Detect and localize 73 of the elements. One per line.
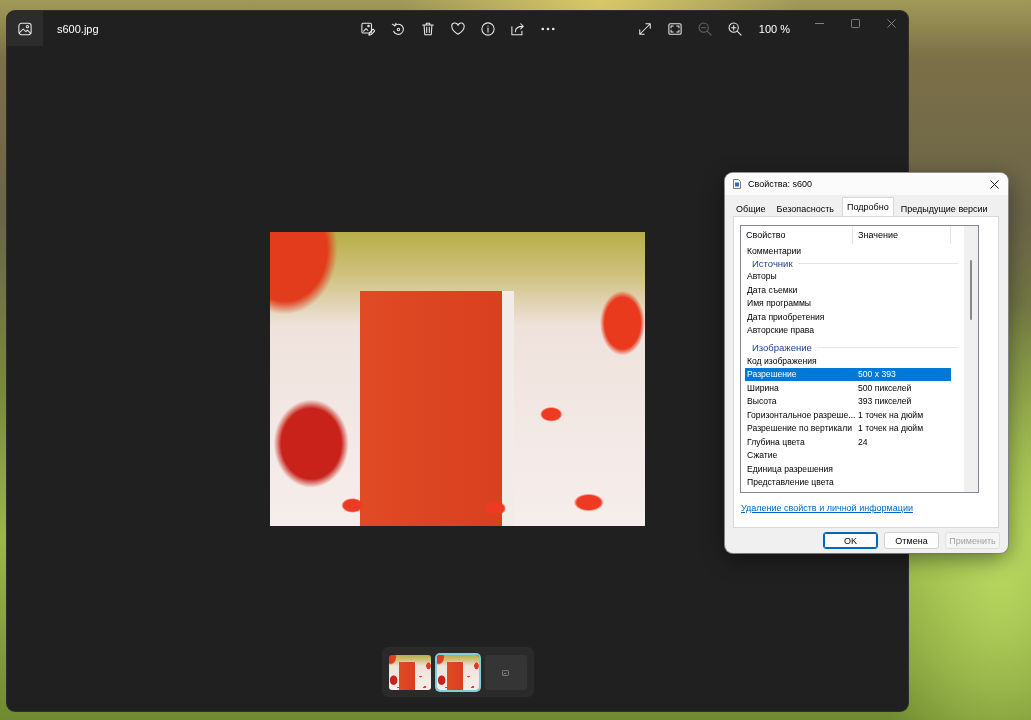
property-row[interactable]: Глубина цвета 24	[745, 435, 951, 449]
property-value: 393 пикселей	[858, 395, 912, 408]
close-icon	[886, 18, 896, 28]
image-icon	[502, 669, 509, 676]
property-name: Высота	[746, 395, 778, 408]
property-row[interactable]: Высота 393 пикселей	[745, 394, 951, 408]
property-name: Разрешение	[746, 368, 798, 381]
property-name: Глубина цвета	[746, 435, 806, 448]
maximize-icon	[850, 18, 860, 28]
scrollbar-thumb[interactable]	[970, 260, 972, 320]
property-value: 1 точек на дюйм	[858, 422, 924, 435]
image-edit-icon	[360, 21, 375, 36]
property-row[interactable]: Горизонтальное разреше... 1 точек на дюйм	[745, 408, 951, 422]
property-row[interactable]: Ширина 500 пикселей	[745, 381, 951, 395]
frame-icon	[667, 21, 682, 36]
more-icon	[540, 26, 555, 31]
close-icon	[989, 179, 999, 189]
property-name: Комментарии	[746, 244, 803, 257]
zoom-in-icon	[727, 21, 742, 36]
zoom-level: 100 %	[758, 22, 790, 35]
property-name: Код изображения	[746, 354, 818, 367]
group-heading: Источник	[752, 257, 793, 269]
property-value: 500 пикселей	[858, 381, 912, 394]
property-name: Дата съемки	[746, 283, 799, 296]
dialog-title: Свойства: s600	[748, 179, 813, 189]
tab[interactable]: Предыдущие версии	[895, 200, 993, 216]
property-value: 500 x 393	[858, 368, 896, 381]
property-row[interactable]: Имя программы	[745, 296, 951, 310]
default-button[interactable]: OK	[823, 532, 878, 549]
thumbnail-slot[interactable]	[484, 655, 527, 690]
photo-thumbnail[interactable]	[388, 655, 431, 690]
tab[interactable]: Безопасность	[771, 200, 839, 216]
property-row[interactable]: Авторы	[745, 269, 951, 283]
property-row[interactable]: Разрешение по вертикали 1 точек на дюйм	[745, 421, 951, 435]
photo-thumbnail[interactable]	[436, 655, 479, 690]
property-row[interactable]: Сжатие	[745, 448, 951, 462]
zoom-out-icon	[697, 21, 712, 36]
property-name: Представление цвета	[746, 476, 835, 489]
dialog-button[interactable]: Отмена	[884, 532, 939, 549]
property-row[interactable]: Представление цвета	[745, 475, 951, 489]
group-heading: Изображение	[752, 341, 812, 353]
trash-icon	[420, 21, 435, 36]
remove-properties-link[interactable]: Удаление свойств и личной информации	[741, 502, 913, 514]
heart-icon	[450, 21, 465, 36]
expand-icon	[637, 21, 652, 36]
property-value: 1 точек на дюйм	[858, 408, 924, 421]
property-name: Авторские права	[746, 324, 815, 337]
tab[interactable]: Общие	[731, 200, 771, 216]
minimize-icon	[814, 22, 824, 24]
property-name: Сжатие	[746, 449, 779, 462]
file-name: s600.jpg	[57, 22, 99, 35]
property-name: Ширина	[746, 381, 780, 394]
tab[interactable]: Подробно	[842, 197, 894, 216]
property-row[interactable]: Дата приобретения	[745, 310, 951, 324]
property-name: Имя программы	[746, 297, 813, 310]
scrollbar[interactable]	[964, 226, 978, 492]
info-icon	[480, 21, 495, 36]
property-value: 24	[858, 435, 868, 448]
app-menu-button[interactable]	[7, 11, 43, 46]
property-row[interactable]: Дата съемки	[745, 283, 951, 297]
property-row[interactable]: Код изображения	[745, 354, 951, 368]
file-icon	[733, 179, 741, 189]
property-row[interactable]: Единица разрешения	[745, 462, 951, 476]
property-name: Горизонтальное разреше...	[746, 408, 857, 421]
property-name: Авторы	[746, 270, 778, 283]
property-name: Единица разрешения	[746, 462, 835, 475]
property-name: Дата приобретения	[746, 310, 826, 323]
property-row[interactable]: Авторские права	[745, 323, 951, 337]
rotate-icon	[390, 21, 405, 36]
image-icon	[18, 21, 32, 36]
share-icon	[510, 21, 525, 36]
property-row[interactable]: Разрешение 500 x 393	[745, 367, 951, 381]
property-name: Разрешение по вертикали	[746, 422, 853, 435]
